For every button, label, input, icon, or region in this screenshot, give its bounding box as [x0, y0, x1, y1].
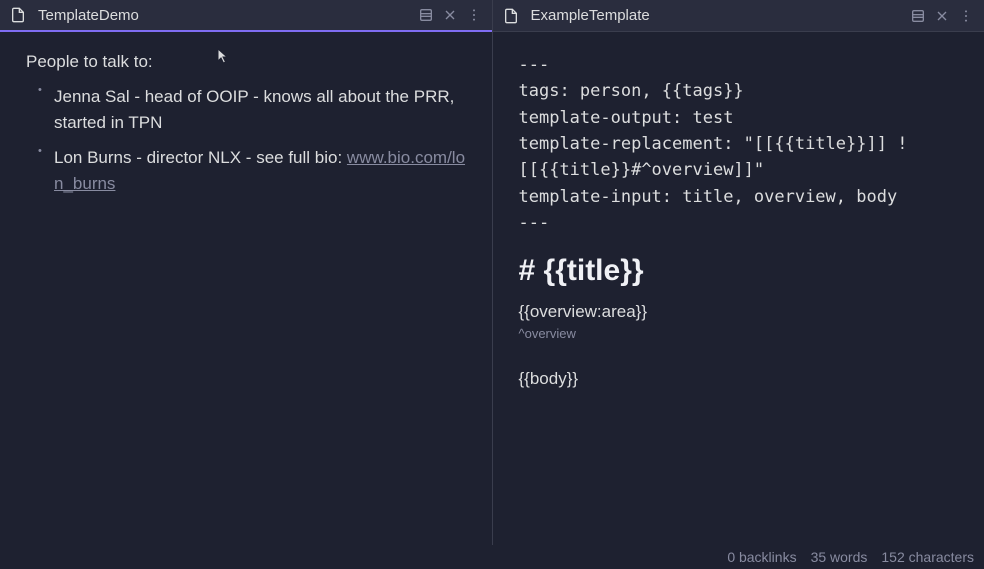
pane-right: ExampleTemplate --- tags: person, {{tags… — [493, 0, 984, 545]
content-left[interactable]: People to talk to: Jenna Sal - head of O… — [0, 32, 492, 545]
content-right[interactable]: --- tags: person, {{tags}} template-outp… — [493, 32, 984, 545]
more-icon[interactable] — [954, 4, 978, 28]
tab-title-left[interactable]: TemplateDemo — [6, 3, 414, 27]
panes-container: TemplateDemo People to talk to: Jenna Sa… — [0, 0, 984, 545]
tab-title-left-text: TemplateDemo — [38, 7, 139, 24]
more-icon[interactable] — [462, 3, 486, 27]
body-placeholder: {{body}} — [519, 369, 959, 389]
close-icon[interactable] — [438, 3, 462, 27]
close-icon[interactable] — [930, 4, 954, 28]
link-pane-icon[interactable] — [414, 3, 438, 27]
status-backlinks[interactable]: 0 backlinks — [727, 549, 796, 565]
person-text: Jenna Sal - head of OOIP - knows all abo… — [54, 87, 454, 132]
person-text: Lon Burns - director NLX - see full bio: — [54, 148, 347, 167]
status-words[interactable]: 35 words — [811, 549, 868, 565]
status-bar: 0 backlinks 35 words 152 characters — [0, 545, 984, 569]
list-item: Lon Burns - director NLX - see full bio:… — [38, 145, 466, 198]
frontmatter-block: --- tags: person, {{tags}} template-outp… — [519, 52, 959, 236]
pane-left: TemplateDemo People to talk to: Jenna Sa… — [0, 0, 493, 545]
file-icon — [499, 4, 523, 28]
list-item: Jenna Sal - head of OOIP - knows all abo… — [38, 84, 466, 137]
tab-header-right: ExampleTemplate — [493, 0, 984, 32]
overview-placeholder: {{overview:area}} — [519, 302, 959, 322]
file-icon — [6, 3, 30, 27]
tab-title-right[interactable]: ExampleTemplate — [499, 4, 907, 28]
status-characters[interactable]: 152 characters — [881, 549, 974, 565]
overview-reference: ^overview — [519, 326, 959, 341]
template-title-heading: # {{title}} — [519, 254, 959, 288]
people-heading: People to talk to: — [26, 52, 466, 72]
tab-title-right-text: ExampleTemplate — [531, 7, 650, 24]
link-pane-icon[interactable] — [906, 4, 930, 28]
tab-header-left: TemplateDemo — [0, 0, 492, 32]
people-list: Jenna Sal - head of OOIP - knows all abo… — [26, 84, 466, 197]
